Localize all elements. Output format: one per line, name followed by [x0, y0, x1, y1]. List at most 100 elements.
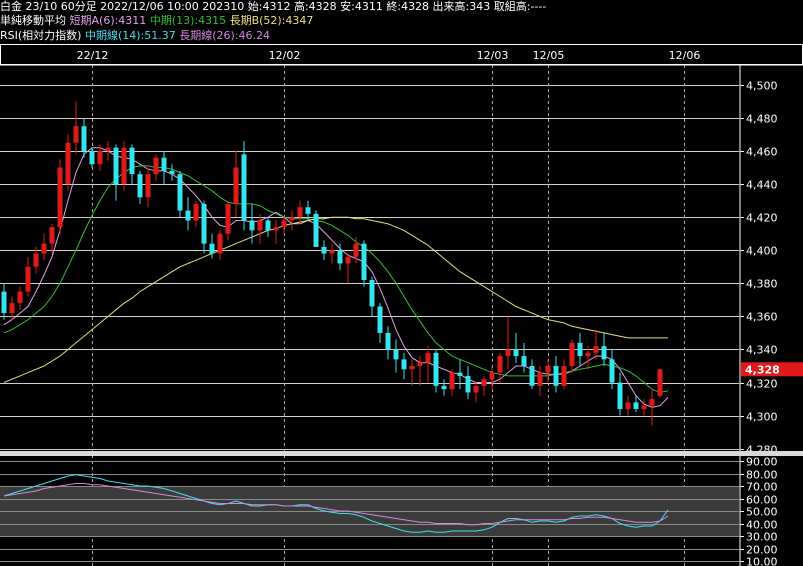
- candle-body-down[interactable]: [169, 170, 175, 175]
- candle-body-down[interactable]: [161, 157, 167, 171]
- candle-body-up[interactable]: [409, 366, 415, 370]
- candle-body-down[interactable]: [177, 174, 183, 211]
- price-tick-label: 4,380: [746, 278, 778, 291]
- rsi-tick-label: 50.00: [746, 506, 778, 519]
- candle-body-up[interactable]: [257, 220, 263, 231]
- candle-body-up[interactable]: [489, 372, 495, 380]
- candle-body-down[interactable]: [89, 151, 95, 165]
- candle-body-up[interactable]: [97, 151, 103, 165]
- candle-body-down[interactable]: [513, 349, 519, 357]
- candle-body-up[interactable]: [65, 142, 71, 185]
- candle-body-up[interactable]: [473, 385, 479, 393]
- candle-body-down[interactable]: [81, 126, 87, 151]
- candle-body-down[interactable]: [577, 342, 583, 357]
- candle-body-up[interactable]: [41, 243, 47, 254]
- candle-body-up[interactable]: [657, 369, 663, 396]
- candle-body-up[interactable]: [17, 291, 23, 304]
- panel-divider[interactable]: [0, 451, 803, 456]
- price-tick-label: 4,420: [746, 212, 778, 225]
- candle-body-down[interactable]: [201, 203, 207, 244]
- candle-body-down[interactable]: [321, 246, 327, 254]
- candle-body-up[interactable]: [233, 167, 239, 204]
- candle-body-up[interactable]: [225, 203, 231, 234]
- candle-body-up[interactable]: [33, 253, 39, 267]
- candle-body-up[interactable]: [497, 356, 503, 373]
- candle-body-down[interactable]: [521, 356, 527, 366]
- candle-body-down[interactable]: [209, 243, 215, 254]
- candle-body-up[interactable]: [105, 147, 111, 151]
- candle-body-up[interactable]: [345, 256, 351, 264]
- candle-body-up[interactable]: [193, 203, 199, 221]
- candle-body-down[interactable]: [465, 375, 471, 393]
- candle-body-down[interactable]: [369, 280, 375, 307]
- candle-body-up[interactable]: [73, 126, 79, 143]
- candle-body-down[interactable]: [617, 382, 623, 409]
- candle-body-up[interactable]: [57, 167, 63, 228]
- candle-body-down[interactable]: [305, 207, 311, 214]
- candle-body-up[interactable]: [25, 266, 31, 292]
- candlestick-chart[interactable]: 4,500 4,480 4,460 4,440 4,420 4,400 4,380 4,360…: [0, 0, 803, 566]
- price-tick-label: 4,300: [746, 411, 778, 424]
- candle-body-down[interactable]: [249, 220, 255, 231]
- candle-body-up[interactable]: [569, 342, 575, 366]
- rsi-tick-label: 30.00: [746, 531, 778, 544]
- candle-body-up[interactable]: [417, 362, 423, 366]
- candle-body-up[interactable]: [273, 227, 279, 231]
- candle-body-up[interactable]: [281, 220, 287, 228]
- candle-body-up[interactable]: [593, 346, 599, 353]
- candle-body-down[interactable]: [361, 243, 367, 280]
- candle-body-down[interactable]: [185, 210, 191, 221]
- candle-body-up[interactable]: [561, 366, 567, 386]
- candle-body-down[interactable]: [241, 154, 247, 221]
- candle-body-up[interactable]: [9, 303, 15, 314]
- rsi-tick-label: 70.00: [746, 481, 778, 494]
- candle-body-down[interactable]: [401, 359, 407, 370]
- candle-body-down[interactable]: [457, 372, 463, 376]
- candle-body-up[interactable]: [585, 352, 591, 357]
- date-label: 12/03: [477, 49, 509, 62]
- candle-body-down[interactable]: [1, 291, 7, 314]
- candle-body-up[interactable]: [641, 405, 647, 409]
- candle-body-down[interactable]: [529, 366, 535, 386]
- candle-body-up[interactable]: [121, 147, 127, 185]
- candle-body-down[interactable]: [433, 352, 439, 386]
- candle-body-down[interactable]: [385, 332, 391, 350]
- candle-body-up[interactable]: [449, 372, 455, 390]
- candle-body-down[interactable]: [609, 359, 615, 383]
- candle-body-up[interactable]: [649, 399, 655, 406]
- candle-body-down[interactable]: [313, 213, 319, 247]
- candle-body-up[interactable]: [537, 372, 543, 386]
- candle-body-up[interactable]: [289, 217, 295, 221]
- candle-body-up[interactable]: [481, 379, 487, 386]
- candle-body-up[interactable]: [545, 366, 551, 373]
- date-label: 12/05: [533, 49, 565, 62]
- price-tick-label: 4,440: [746, 179, 778, 192]
- candle-body-up[interactable]: [329, 250, 335, 254]
- candle-body-down[interactable]: [129, 147, 135, 175]
- date-label: 12/02: [269, 49, 301, 62]
- price-tick-label: 4,320: [746, 378, 778, 391]
- candle-body-up[interactable]: [145, 174, 151, 198]
- candle-body-down[interactable]: [337, 250, 343, 264]
- candle-body-down[interactable]: [377, 306, 383, 333]
- candle-body-up[interactable]: [153, 157, 159, 175]
- candle-body-down[interactable]: [553, 366, 559, 386]
- candle-body-down[interactable]: [137, 174, 143, 198]
- rsi-tick-label: 10.00: [746, 556, 778, 566]
- candle-body-down[interactable]: [441, 385, 447, 390]
- candle-body-up[interactable]: [217, 233, 223, 254]
- candle-body-up[interactable]: [505, 349, 511, 357]
- candle-body-down[interactable]: [393, 349, 399, 360]
- candle-body-up[interactable]: [425, 352, 431, 363]
- candle-body-up[interactable]: [625, 402, 631, 409]
- date-label: 12/06: [669, 49, 701, 62]
- candle-body-down[interactable]: [601, 346, 607, 360]
- candle-body-up[interactable]: [297, 207, 303, 218]
- price-tick-label: 4,480: [746, 113, 778, 126]
- date-label: 22/12: [77, 49, 109, 62]
- candle-body-down[interactable]: [633, 402, 639, 409]
- candle-body-down[interactable]: [265, 220, 271, 231]
- candle-body-up[interactable]: [353, 243, 359, 257]
- candle-body-up[interactable]: [49, 227, 55, 244]
- candle-body-down[interactable]: [113, 147, 119, 185]
